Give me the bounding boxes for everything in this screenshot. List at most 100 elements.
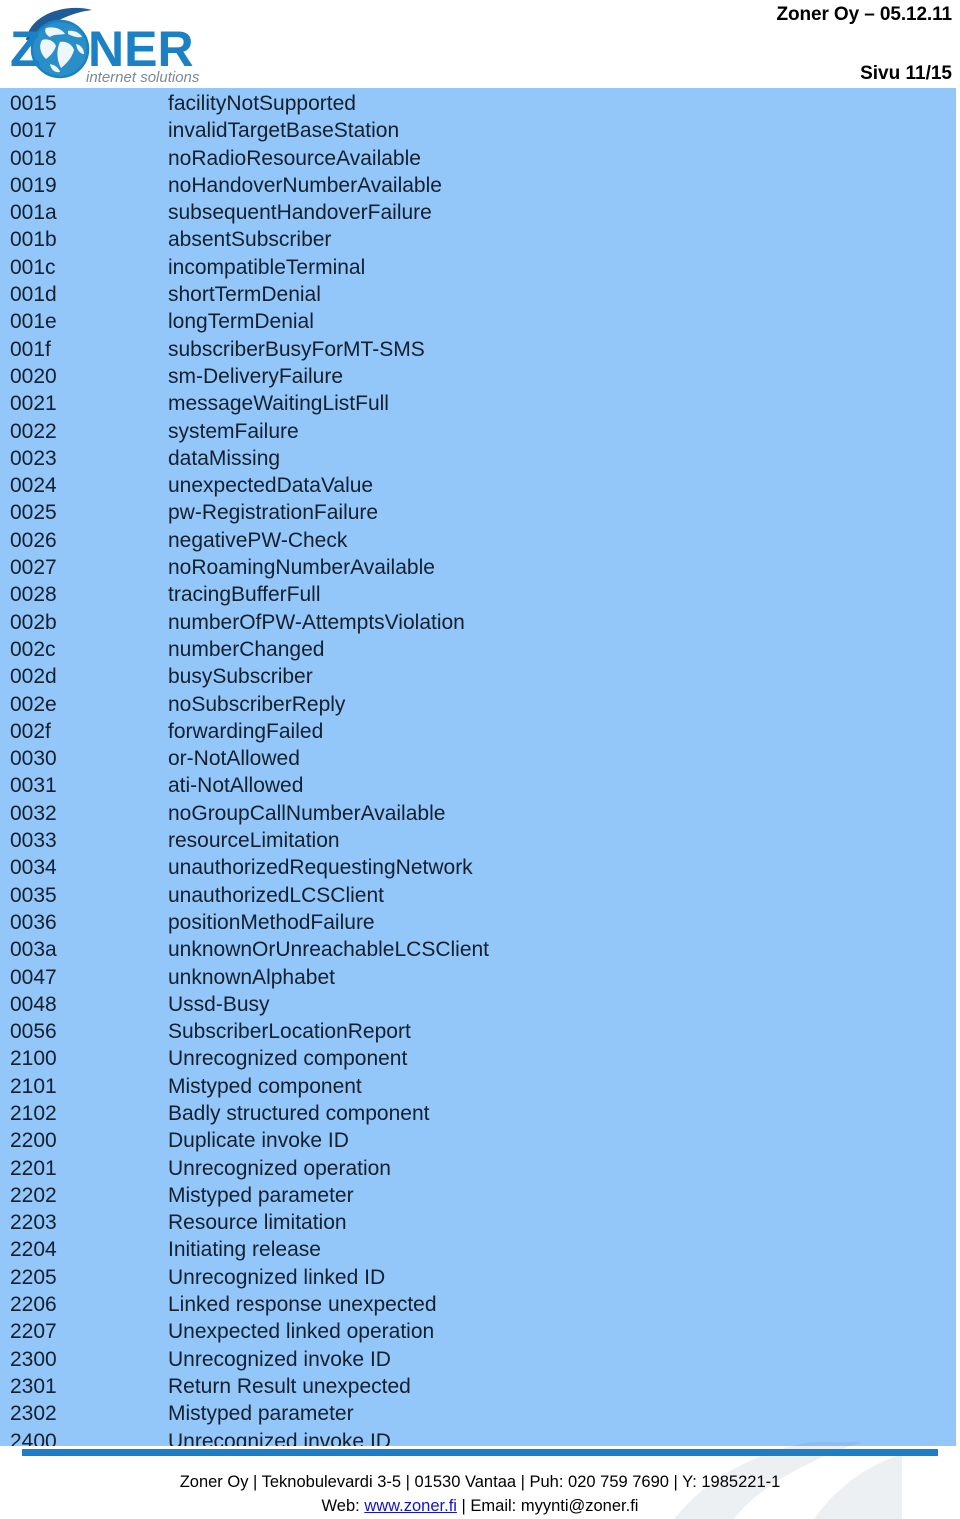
error-label-cell: Badly structured component [168,1101,430,1125]
error-label-cell: Ussd-Busy [168,992,270,1016]
error-label-cell: Linked response unexpected [168,1293,437,1317]
error-label-cell: tracingBufferFull [168,583,321,607]
error-code-cell: 0033 [10,829,57,853]
error-code-cell: 2206 [10,1293,57,1317]
error-code-cell: 2300 [10,1347,57,1371]
error-label-cell: noRadioResourceAvailable [168,146,421,170]
error-code-cell: 002d [10,665,57,689]
table-row: 2207 Unexpected linked operation [0,1318,956,1345]
footer-contact: Zoner Oy | Teknobulevardi 3-5 | 01530 Va… [0,1470,960,1518]
table-row: 0056 SubscriberLocationReport [0,1018,956,1045]
table-row: 2102 Badly structured component [0,1100,956,1127]
error-code-cell: 0036 [10,910,57,934]
table-row: 0031 ati-NotAllowed [0,772,956,799]
error-code-cell: 2202 [10,1183,57,1207]
error-label-cell: Unrecognized operation [168,1156,391,1180]
error-code-cell: 001c [10,255,56,279]
error-code-cell: 001f [10,337,51,361]
table-row: 002b numberOfPW-AttemptsViolation [0,609,956,636]
error-label-cell: Unrecognized component [168,1047,408,1071]
table-row: 2302 Mistyped parameter [0,1400,956,1427]
error-label-cell: noRoamingNumberAvailable [168,556,435,580]
table-row: 0020 sm-DeliveryFailure [0,363,956,390]
error-code-cell: 003a [10,938,57,962]
error-label-cell: noSubscriberReply [168,692,346,716]
page-header: Z NER internet solutions Zoner Oy – 05.1… [0,0,960,88]
error-label-cell: Mistyped parameter [168,1402,354,1426]
table-row: 0026 negativePW-Check [0,527,956,554]
error-label-cell: noHandoverNumberAvailable [168,173,442,197]
error-label-cell: busySubscriber [168,665,313,689]
table-row: 0019 noHandoverNumberAvailable [0,172,956,199]
error-code-cell: 001a [10,201,57,225]
error-label-cell: negativePW-Check [168,528,348,552]
table-row: 0025 pw-RegistrationFailure [0,499,956,526]
error-label-cell: Unrecognized linked ID [168,1265,386,1289]
footer-web-line: Web: www.zoner.fi | Email: myynti@zoner.… [0,1494,960,1518]
table-row: 2203 Resource limitation [0,1209,956,1236]
zoner-website-link[interactable]: www.zoner.fi [364,1497,457,1515]
error-label-cell: Duplicate invoke ID [168,1129,349,1153]
table-row: 0035 unauthorizedLCSClient [0,882,956,909]
error-code-cell: 2101 [10,1074,57,1098]
error-code-cell: 2302 [10,1402,57,1426]
error-code-cell: 001b [10,228,57,252]
table-row: 0027 noRoamingNumberAvailable [0,554,956,581]
error-label-cell: forwardingFailed [168,719,324,743]
table-row: 0017 invalidTargetBaseStation [0,117,956,144]
error-code-cell: 0017 [10,119,57,143]
error-code-cell: 002f [10,719,51,743]
error-code-cell: 2204 [10,1238,57,1262]
table-row: 001a subsequentHandoverFailure [0,199,956,226]
table-row: 002f forwardingFailed [0,718,956,745]
error-code-cell: 0032 [10,801,57,825]
error-label-cell: dataMissing [168,446,281,470]
error-code-cell: 0015 [10,92,57,115]
error-code-cell: 2200 [10,1129,57,1153]
header-meta: Zoner Oy – 05.12.11 Sivu 11/15 [552,0,952,86]
table-row: 0023 dataMissing [0,445,956,472]
table-row: 0028 tracingBufferFull [0,581,956,608]
table-row: 0047 unknownAlphabet [0,964,956,991]
error-code-cell: 2201 [10,1156,57,1180]
error-code-cell: 0019 [10,173,57,197]
error-label-cell: ati-NotAllowed [168,774,304,798]
error-code-cell: 2301 [10,1374,57,1398]
error-code-cell: 0026 [10,528,57,552]
error-label-cell: unknownAlphabet [168,965,335,989]
error-label-cell: Initiating release [168,1238,321,1262]
error-label-cell: Return Result unexpected [168,1374,411,1398]
svg-text:Z: Z [10,21,41,77]
table-row: 002e noSubscriberReply [0,691,956,718]
error-label-cell: resourceLimitation [168,829,340,853]
error-label-cell: Resource limitation [168,1211,347,1235]
error-code-cell: 2100 [10,1047,57,1071]
error-code-cell: 0020 [10,364,57,388]
error-label-cell: invalidTargetBaseStation [168,119,400,143]
error-label-cell: sm-DeliveryFailure [168,364,344,388]
error-code-cell: 0028 [10,583,57,607]
error-code-cell: 2207 [10,1320,57,1344]
table-row: 002d busySubscriber [0,663,956,690]
error-code-cell: 0024 [10,474,57,498]
table-row: 003a unknownOrUnreachableLCSClient [0,936,956,963]
table-row: 2201 Unrecognized operation [0,1155,956,1182]
document-page: Z NER internet solutions Zoner Oy – 05.1… [0,0,960,1519]
error-code-cell: 0031 [10,774,57,798]
table-row: 2202 Mistyped parameter [0,1182,956,1209]
error-label-cell: incompatibleTerminal [168,255,366,279]
error-code-cell: 0022 [10,419,57,443]
error-code-table: 0015 facilityNotSupported 0017 invalidTarge… [0,88,956,1453]
table-row: 2206 Linked response unexpected [0,1291,956,1318]
error-code-cell: 0035 [10,883,57,907]
error-code-cell: 002e [10,692,57,716]
error-label-cell: SubscriberLocationReport [168,1020,411,1044]
table-row: 001d shortTermDenial [0,281,956,308]
error-code-cell: 0048 [10,992,57,1016]
error-label-cell: numberOfPW-AttemptsViolation [168,610,465,634]
error-label-cell: pw-RegistrationFailure [168,501,379,525]
error-label-cell: subscriberBusyForMT-SMS [168,337,425,361]
error-code-cell: 0023 [10,446,57,470]
error-code-cell: 2102 [10,1101,57,1125]
error-label-cell: messageWaitingListFull [168,392,389,416]
